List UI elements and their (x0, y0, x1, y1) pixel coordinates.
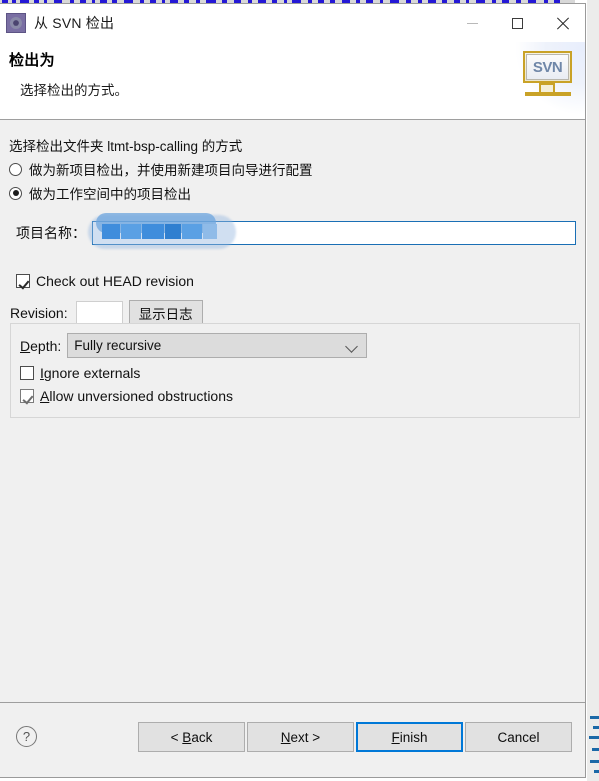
cancel-button[interactable]: Cancel (465, 722, 572, 752)
window-controls (450, 4, 585, 42)
svn-banner-label: SVN (532, 58, 563, 76)
page-title: 检出为 (9, 52, 55, 69)
revision-label: Revision: (10, 304, 68, 321)
wizard-header: 检出为 选择检出的方式。 SVN (0, 42, 585, 120)
ignore-externals-checkbox[interactable]: Ignore externals (11, 365, 579, 381)
finish-button[interactable]: Finish (356, 722, 463, 752)
chevron-down-icon (345, 340, 359, 353)
show-log-label: 显示日志 (138, 306, 193, 322)
head-revision-label: Check out HEAD revision (36, 273, 194, 289)
window-title: 从 SVN 检出 (34, 15, 115, 31)
background-window-edge (587, 0, 599, 781)
depth-label: Depth: (20, 337, 62, 354)
revision-row: Revision: 显示日志 (0, 300, 585, 325)
help-icon[interactable]: ? (16, 726, 37, 747)
svn-monitor-base (525, 92, 571, 96)
radio-workspace-project-indicator (9, 186, 22, 200)
radio-new-project-label: 做为新项目检出，并使用新建项目向导进行配置 (29, 163, 313, 178)
minimize-icon (467, 22, 478, 24)
project-name-input[interactable] (92, 221, 576, 245)
title-bar: 从 SVN 检出 (0, 4, 585, 42)
depth-select[interactable]: Fully recursive (67, 333, 368, 358)
allow-unversioned-checkbox[interactable]: Allow unversioned obstructions (11, 388, 579, 404)
project-name-label: 项目名称： (16, 225, 86, 241)
svn-banner-icon: SVN (509, 42, 585, 119)
next-label: Next > (280, 729, 321, 745)
wizard-body: 选择检出文件夹 ltmt-bsp-calling 的方式 做为新项目检出，并使用… (0, 120, 585, 703)
folder-prompt: 选择检出文件夹 ltmt-bsp-calling 的方式 (9, 139, 243, 154)
radio-new-project-option[interactable]: 做为新项目检出，并使用新建项目向导进行配置 (0, 155, 585, 179)
close-button[interactable] (540, 4, 585, 42)
ignore-externals-check-indicator (20, 366, 34, 380)
back-button[interactable]: < Back (138, 722, 245, 752)
project-name-row: 项目名称： (16, 213, 585, 249)
wizard-buttons: < Back Next > Finish Cancel (138, 722, 572, 752)
allow-unversioned-check-indicator (20, 389, 34, 403)
allow-unversioned-label: Allow unversioned obstructions (40, 388, 233, 404)
page-subtitle: 选择检出的方式。 (20, 83, 128, 98)
depth-options-group: Depth: Fully recursive Ignore externals … (10, 323, 580, 418)
radio-new-project-indicator (9, 162, 22, 176)
revision-input[interactable] (75, 301, 123, 324)
checkout-wizard-dialog: 从 SVN 检出 检出为 选择检出的方式。 SVN 选择检出文件夹 ltmt-b… (0, 3, 586, 778)
maximize-icon (512, 17, 523, 29)
gear-icon (6, 13, 26, 33)
radio-workspace-project-option[interactable]: 做为工作空间中的项目检出 (0, 179, 585, 203)
head-revision-check-indicator (16, 274, 30, 288)
ignore-externals-label: Ignore externals (40, 365, 141, 381)
back-label: < Back (170, 729, 213, 745)
wizard-footer: ? < Back Next > Finish Cancel (0, 703, 585, 775)
minimize-button[interactable] (450, 4, 495, 42)
cancel-label: Cancel (497, 729, 540, 745)
finish-label: Finish (391, 729, 428, 745)
depth-row: Depth: Fully recursive (11, 324, 579, 358)
next-button[interactable]: Next > (247, 722, 354, 752)
svn-monitor-shape: SVN (523, 51, 572, 83)
radio-workspace-project-label: 做为工作空间中的项目检出 (29, 187, 191, 202)
maximize-button[interactable] (495, 4, 540, 42)
show-log-button[interactable]: 显示日志 (128, 300, 203, 325)
depth-selected-value: Fully recursive (74, 338, 162, 353)
head-revision-checkbox[interactable]: Check out HEAD revision (0, 273, 585, 289)
close-icon (556, 17, 569, 30)
